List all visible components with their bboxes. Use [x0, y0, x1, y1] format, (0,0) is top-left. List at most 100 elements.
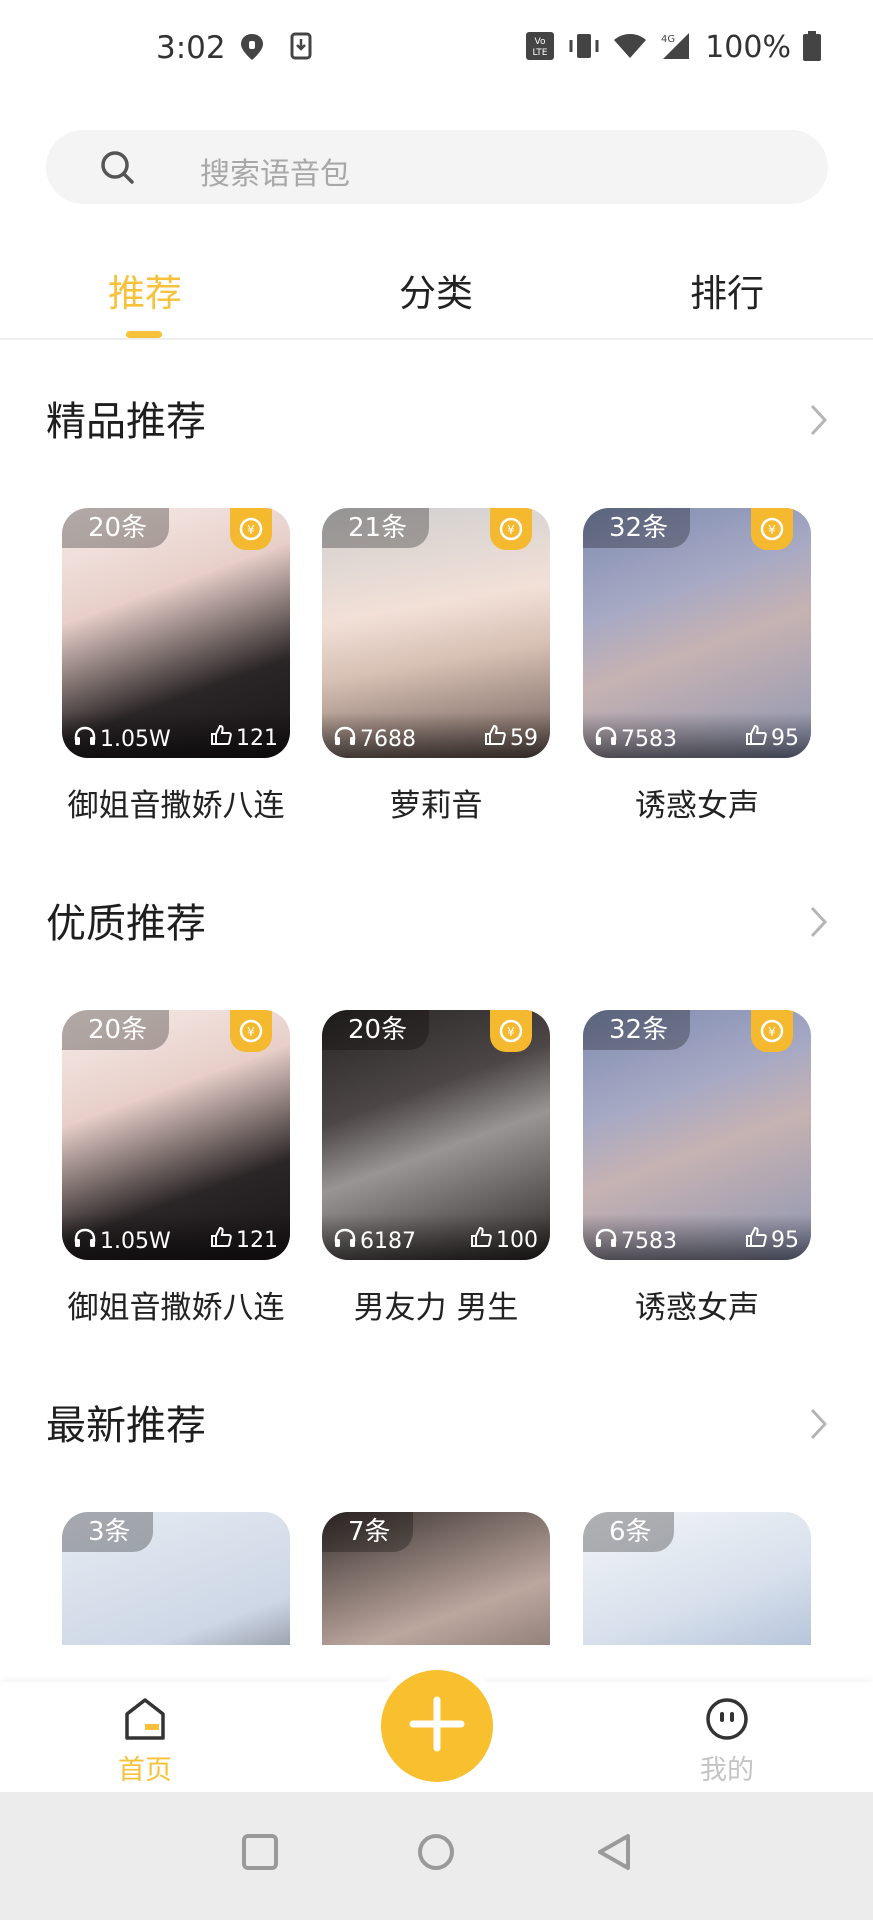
- coin-icon: ¥: [490, 508, 532, 550]
- wifi-icon: [613, 32, 647, 64]
- section-header: 精品推荐: [0, 365, 873, 465]
- system-nav-bar: [0, 1792, 873, 1920]
- coin-icon: ¥: [751, 508, 793, 550]
- card-title: 萝莉音: [389, 788, 483, 824]
- card-title: 男友力 男生: [353, 1290, 519, 1326]
- battery-text: 100%: [705, 30, 791, 65]
- like-count: 95: [745, 1226, 799, 1254]
- coin-icon: ¥: [490, 1010, 532, 1052]
- voice-pack-card[interactable]: 32条 ¥ 7583 95 诱惑女声: [583, 1010, 811, 1327]
- home-icon: [123, 1698, 167, 1746]
- count-badge: 20条: [62, 508, 170, 548]
- nav-mine[interactable]: 我的: [657, 1696, 797, 1787]
- chevron-right-icon[interactable]: [809, 1407, 829, 1445]
- chevron-right-icon[interactable]: [809, 403, 829, 441]
- voice-pack-card[interactable]: 7条: [322, 1512, 550, 1645]
- thumbs-up-icon: [745, 1226, 767, 1254]
- headphones-icon: [595, 726, 617, 752]
- voice-pack-card[interactable]: 21条 ¥ 7688 59 萝莉音: [322, 508, 550, 825]
- svg-text:Vo: Vo: [535, 37, 546, 47]
- chevron-right-icon[interactable]: [809, 905, 829, 943]
- svg-text:4G: 4G: [661, 34, 675, 45]
- count-badge: 32条: [583, 508, 691, 548]
- thumbs-up-icon: [470, 1226, 492, 1254]
- section-title: 精品推荐: [46, 399, 206, 445]
- section-quality: 优质推荐 20条 ¥ 1.05W 121 御姐音撒娇八连 20条 ¥ 6187 …: [0, 867, 873, 1337]
- vibrate-icon: [567, 31, 601, 65]
- svg-text:¥: ¥: [507, 1025, 515, 1039]
- headphones-icon: [74, 1228, 96, 1254]
- voice-pack-card[interactable]: 20条 ¥ 1.05W 121 御姐音撒娇八连: [62, 1010, 290, 1327]
- search-placeholder: 搜索语音包: [200, 157, 350, 192]
- coin-icon: ¥: [230, 1010, 272, 1052]
- nav-mine-label: 我的: [700, 1755, 754, 1786]
- app-screen: 3:02 Vo LTE 4G 100% 搜索语音包 推荐 分类 排行 精品推荐 …: [0, 0, 873, 1920]
- section-header: 优质推荐: [0, 867, 873, 967]
- signal-4g-icon: 4G: [659, 31, 693, 65]
- tab-indicator: [126, 331, 162, 338]
- search-icon: [98, 148, 138, 192]
- voice-pack-card[interactable]: 6条: [583, 1512, 811, 1645]
- tab-recommend[interactable]: 推荐: [65, 263, 225, 317]
- svg-text:LTE: LTE: [533, 48, 548, 58]
- top-tabs: 推荐 分类 排行: [0, 255, 873, 340]
- battery-icon: [803, 30, 821, 65]
- voice-pack-card[interactable]: 32条 ¥ 7583 95 诱惑女声: [583, 508, 811, 825]
- play-count: 1.05W: [74, 726, 171, 752]
- count-badge: 3条: [62, 1512, 153, 1552]
- headphones-icon: [595, 1228, 617, 1254]
- tab-category[interactable]: 分类: [356, 263, 516, 317]
- plus-icon: [407, 1694, 467, 1758]
- like-count: 59: [484, 724, 538, 752]
- thumbs-up-icon: [484, 724, 506, 752]
- card-thumbnail: 21条 ¥ 7688 59: [322, 508, 550, 758]
- card-thumbnail: 6条: [583, 1512, 811, 1645]
- add-button[interactable]: [381, 1670, 493, 1782]
- section-premium: 精品推荐 20条 ¥ 1.05W 121 御姐音撒娇八连 21条 ¥ 7688 …: [0, 365, 873, 835]
- back-icon[interactable]: [594, 1832, 634, 1876]
- like-count: 121: [210, 1226, 278, 1254]
- status-right: Vo LTE 4G 100%: [525, 30, 821, 65]
- like-count: 100: [470, 1226, 538, 1254]
- voice-pack-card[interactable]: 20条 ¥ 1.05W 121 御姐音撒娇八连: [62, 508, 290, 825]
- section-latest: 最新推荐 3条 7条 6条: [0, 1369, 873, 1645]
- count-badge: 6条: [583, 1512, 674, 1552]
- like-count: 95: [745, 724, 799, 752]
- nav-home[interactable]: 首页: [75, 1696, 215, 1787]
- search-input[interactable]: 搜索语音包: [46, 130, 828, 204]
- play-count: 1.05W: [74, 1228, 171, 1254]
- card-title: 御姐音撒娇八连: [67, 788, 285, 824]
- coin-icon: ¥: [230, 508, 272, 550]
- face-icon: [704, 1698, 750, 1746]
- play-count: 7688: [334, 726, 416, 752]
- headphones-icon: [74, 726, 96, 752]
- recent-apps-icon[interactable]: [240, 1832, 280, 1876]
- card-thumbnail: 20条 ¥ 6187 100: [322, 1010, 550, 1260]
- count-badge: 20条: [62, 1010, 170, 1050]
- card-thumbnail: 20条 ¥ 1.05W 121: [62, 1010, 290, 1260]
- card-title: 诱惑女声: [635, 788, 759, 824]
- status-time: 3:02: [156, 30, 226, 66]
- card-thumbnail: 7条: [322, 1512, 550, 1645]
- play-count: 7583: [595, 1228, 677, 1254]
- play-count: 7583: [595, 726, 677, 752]
- thumbs-up-icon: [210, 724, 232, 752]
- thumbs-up-icon: [210, 1226, 232, 1254]
- card-thumbnail: 32条 ¥ 7583 95: [583, 1010, 811, 1260]
- count-badge: 21条: [322, 508, 430, 548]
- headphones-icon: [334, 726, 356, 752]
- tab-ranking[interactable]: 排行: [647, 263, 807, 317]
- home-circle-icon[interactable]: [416, 1832, 456, 1876]
- voice-pack-card[interactable]: 3条: [62, 1512, 290, 1645]
- svg-text:¥: ¥: [768, 523, 776, 537]
- section-title: 最新推荐: [46, 1403, 206, 1449]
- play-count: 6187: [334, 1228, 416, 1254]
- count-badge: 32条: [583, 1010, 691, 1050]
- svg-text:¥: ¥: [507, 523, 515, 537]
- voice-pack-card[interactable]: 20条 ¥ 6187 100 男友力 男生: [322, 1010, 550, 1327]
- card-thumbnail: 32条 ¥ 7583 95: [583, 508, 811, 758]
- like-count: 121: [210, 724, 278, 752]
- thumbs-up-icon: [745, 724, 767, 752]
- count-badge: 20条: [322, 1010, 430, 1050]
- card-thumbnail: 20条 ¥ 1.05W 121: [62, 508, 290, 758]
